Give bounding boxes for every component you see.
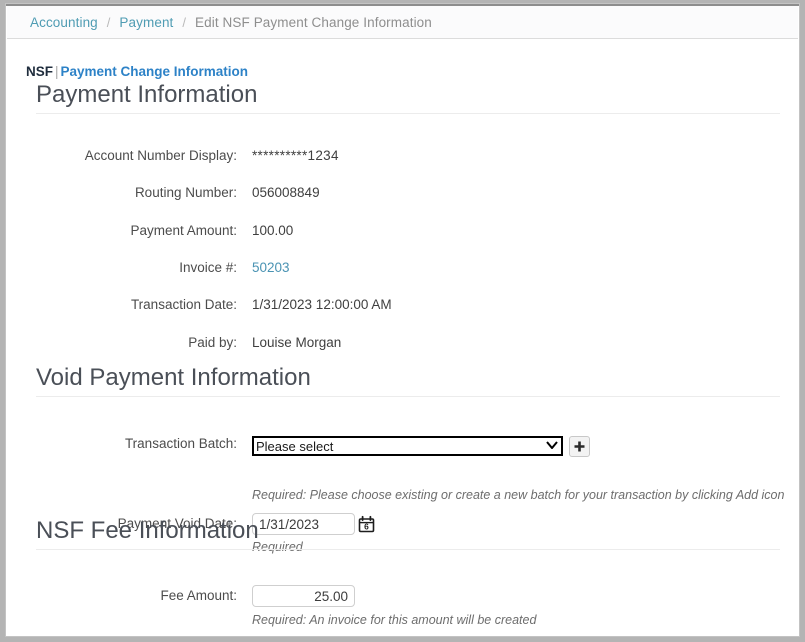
page-content: NSF|Payment Change Information Payment I…: [7, 40, 798, 635]
eyebrow-subject: Payment Change Information: [61, 64, 249, 79]
browser-frame: Accounting / Payment / Edit NSF Payment …: [5, 3, 800, 637]
field-value-transaction-date: 1/31/2023 12:00:00 AM: [252, 297, 392, 312]
field-label: Transaction Date:: [7, 297, 237, 312]
field-row-payment-amount: Payment Amount: 100.00: [7, 223, 798, 247]
field-value-account-number-display: **********1234: [252, 148, 339, 163]
field-row-transaction-batch: Transaction Batch: Please select: [7, 436, 798, 460]
fee-amount-label: Fee Amount:: [7, 588, 237, 603]
invoice-number-link[interactable]: 50203: [252, 260, 290, 275]
breadcrumb-item-payment[interactable]: Payment: [119, 15, 173, 30]
field-label: Paid by:: [7, 335, 237, 350]
section-title-payment-information: Payment Information: [36, 82, 780, 114]
field-row-account-number-display: Account Number Display: **********1234: [7, 148, 798, 172]
section-title-nsf-fee-information: NSF Fee Information: [36, 518, 780, 550]
eyebrow-prefix: NSF: [26, 64, 53, 79]
section-title-void-payment-information: Void Payment Information: [36, 365, 780, 397]
breadcrumb-item-accounting[interactable]: Accounting: [30, 15, 98, 30]
field-row-invoice-number: Invoice #: 50203: [7, 260, 798, 284]
field-label: Routing Number:: [7, 185, 237, 200]
fee-amount-hint: Required: An invoice for this amount wil…: [252, 613, 536, 627]
breadcrumb-separator: /: [107, 15, 111, 30]
field-label: Account Number Display:: [7, 148, 237, 163]
field-value-payment-amount: 100.00: [252, 223, 293, 238]
page-eyebrow: NSF|Payment Change Information: [26, 64, 248, 79]
breadcrumb: Accounting / Payment / Edit NSF Payment …: [7, 6, 798, 39]
add-batch-button[interactable]: [569, 436, 590, 457]
breadcrumb-item-current: Edit NSF Payment Change Information: [195, 15, 432, 30]
field-row-transaction-date: Transaction Date: 1/31/2023 12:00:00 AM: [7, 297, 798, 321]
field-row-paid-by: Paid by: Louise Morgan: [7, 335, 798, 359]
plus-icon: [573, 440, 586, 453]
field-label: Invoice #:: [7, 260, 237, 275]
fee-amount-input[interactable]: [252, 585, 355, 607]
eyebrow-pipe: |: [53, 64, 61, 79]
transaction-batch-select[interactable]: Please select: [252, 436, 563, 456]
field-label: Payment Amount:: [7, 223, 237, 238]
field-value-paid-by: Louise Morgan: [252, 335, 341, 350]
transaction-batch-label: Transaction Batch:: [7, 436, 237, 451]
field-row-routing-number: Routing Number: 056008849: [7, 185, 798, 209]
field-value-routing-number: 056008849: [252, 185, 320, 200]
field-row-fee-amount: Fee Amount:: [7, 585, 798, 609]
breadcrumb-separator: /: [182, 15, 186, 30]
transaction-batch-hint: Required: Please choose existing or crea…: [252, 488, 784, 502]
